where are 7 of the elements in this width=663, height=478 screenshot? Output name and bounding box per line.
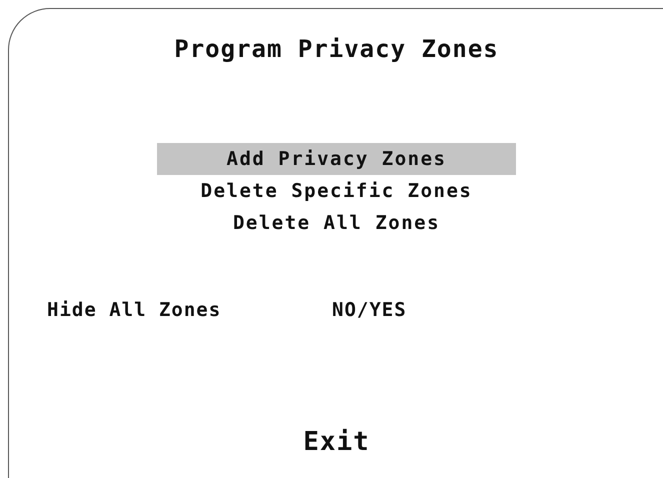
menu-item[interactable]: Delete All Zones bbox=[232, 207, 440, 239]
hide-zones-label: Hide All Zones bbox=[47, 299, 222, 321]
screen-title: Program Privacy Zones bbox=[173, 35, 500, 63]
menu-item[interactable]: Add Privacy Zones bbox=[157, 143, 516, 175]
menu-item[interactable]: Delete Specific Zones bbox=[200, 175, 472, 207]
hide-zones-value[interactable]: NO/YES bbox=[332, 299, 407, 321]
exit-option[interactable]: Exit bbox=[303, 427, 370, 457]
